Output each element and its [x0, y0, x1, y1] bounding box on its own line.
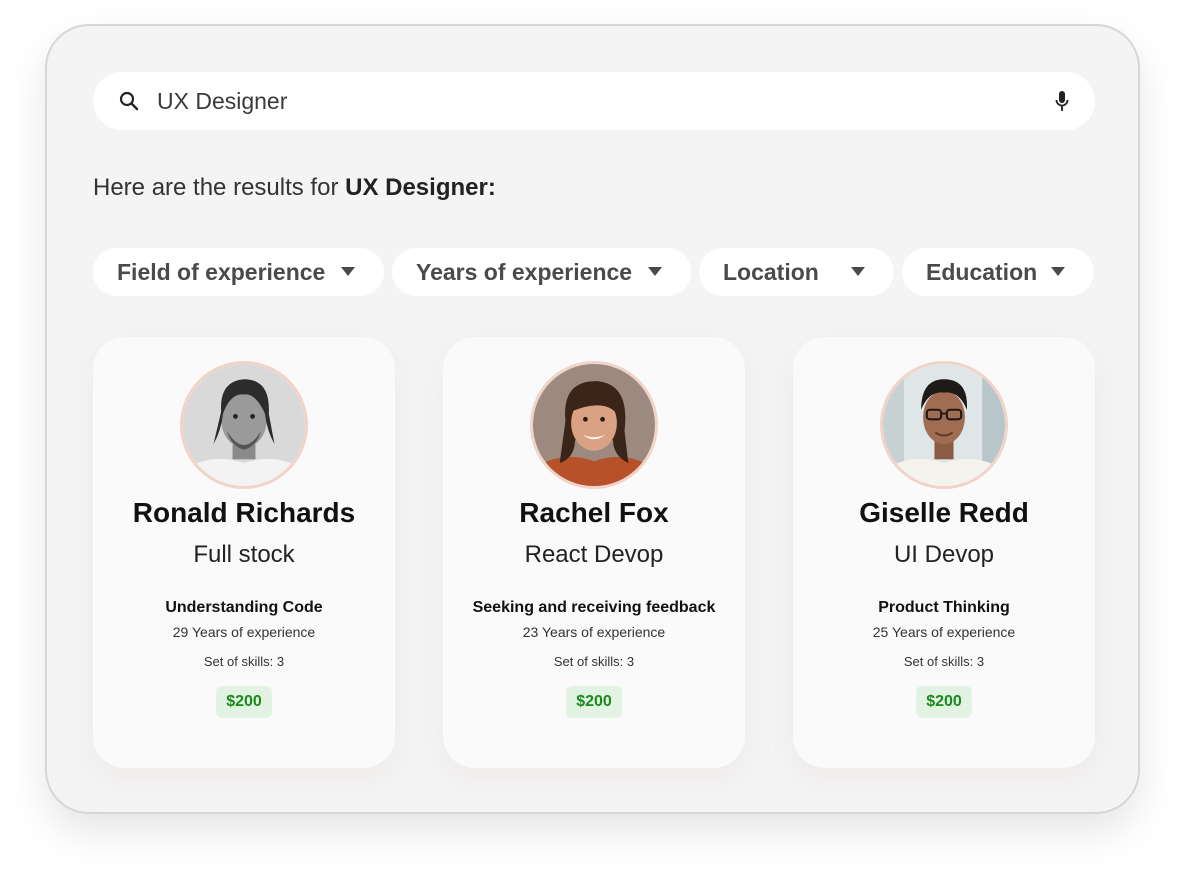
- profile-role: React Devop: [524, 541, 664, 568]
- profile-skill: Product Thinking: [878, 599, 1010, 616]
- profile-card[interactable]: Ronald Richards Full stock Understanding…: [93, 337, 395, 768]
- profile-skill-count: Set of skills: 3: [553, 654, 635, 669]
- profile-skill-count: Set of skills: 3: [903, 654, 985, 669]
- profile-name: Rachel Fox: [519, 497, 669, 528]
- price-badge: $200: [216, 686, 272, 718]
- avatar: [530, 361, 658, 489]
- avatar-woman-smiling: [533, 364, 655, 486]
- filter-label: Field of experience: [117, 259, 326, 285]
- search-bar[interactable]: UX Designer: [93, 72, 1095, 130]
- avatar-man-grayscale: [183, 364, 305, 486]
- profile-card[interactable]: Rachel Fox React Devop Seeking and recei…: [443, 337, 745, 768]
- filter-location[interactable]: Location: [699, 248, 894, 296]
- results-heading: Here are the results for UX Designer:: [93, 174, 496, 202]
- filter-label: Location: [723, 259, 819, 285]
- filter-label: Years of experience: [416, 259, 633, 285]
- price-badge: $200: [916, 686, 972, 718]
- profile-role: UI Devop: [893, 541, 995, 568]
- avatar: [180, 361, 308, 489]
- avatar: [880, 361, 1008, 489]
- caret-down-icon: [851, 267, 865, 276]
- profile-skill: Understanding Code: [165, 599, 323, 616]
- profile-name: Giselle Redd: [859, 497, 1029, 528]
- avatar-woman-glasses: [883, 364, 1005, 486]
- profile-years: 29 Years of experience: [172, 624, 316, 640]
- profile-skill: Seeking and receiving feedback: [472, 599, 716, 616]
- filter-label: Education: [926, 259, 1038, 285]
- profile-role: Full stock: [193, 541, 295, 568]
- results-term: UX Designer:: [345, 174, 496, 201]
- microphone-icon[interactable]: [1055, 90, 1069, 112]
- profile-card[interactable]: Giselle Redd UI Devop Product Thinking 2…: [793, 337, 1095, 768]
- search-input[interactable]: UX Designer: [157, 72, 287, 130]
- price-badge: $200: [566, 686, 622, 718]
- results-prefix: Here are the results for: [93, 174, 346, 201]
- filter-field-of-experience[interactable]: Field of experience: [93, 248, 384, 296]
- profile-years: 25 Years of experience: [872, 624, 1016, 640]
- caret-down-icon: [648, 267, 662, 276]
- search-icon[interactable]: [119, 91, 139, 111]
- profile-name: Ronald Richards: [132, 497, 356, 528]
- caret-down-icon: [1051, 267, 1065, 276]
- filter-education[interactable]: Education: [902, 248, 1094, 296]
- app-frame: UX Designer Here are the results for UX …: [45, 24, 1140, 814]
- profile-skill-count: Set of skills: 3: [203, 654, 285, 669]
- filter-years-of-experience[interactable]: Years of experience: [392, 248, 691, 296]
- profile-years: 23 Years of experience: [522, 624, 666, 640]
- caret-down-icon: [341, 267, 355, 276]
